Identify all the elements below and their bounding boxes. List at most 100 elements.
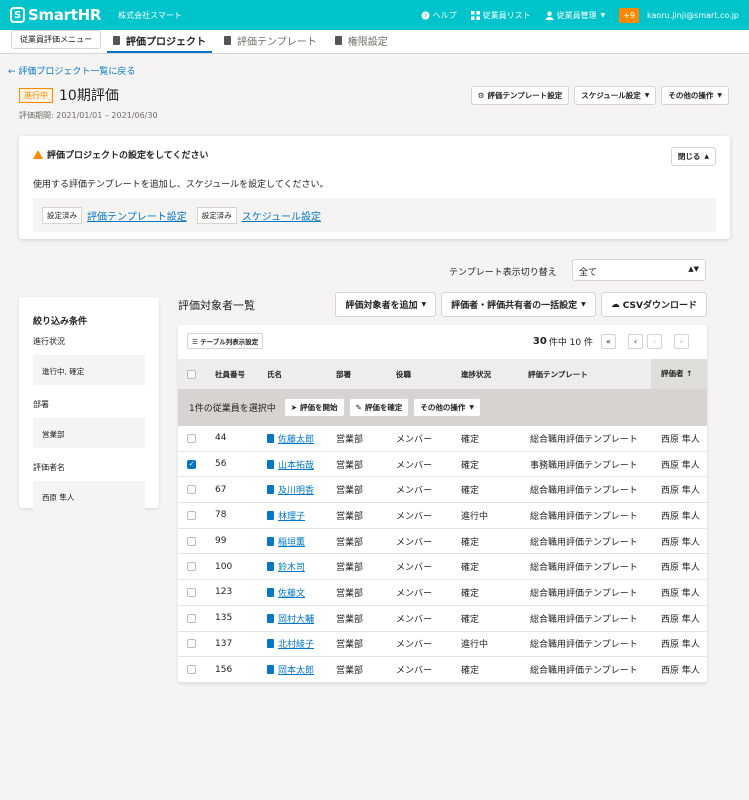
evaluation-template: 事務職用評価テンプレート xyxy=(530,460,638,471)
employee-name-link[interactable]: 林理子 xyxy=(278,509,305,522)
table-row[interactable]: ✓ 56 山本拓哉 営業部 メンバー 確定 事務職用評価テンプレート 西原 隼人 xyxy=(178,452,707,478)
row-checkbox[interactable] xyxy=(187,665,196,675)
select-all-checkbox[interactable] xyxy=(187,369,196,379)
filter-department[interactable]: 営業部 xyxy=(33,418,145,448)
column-settings-button[interactable]: ☰ テーブル列表示設定 xyxy=(187,333,264,349)
employee-name-link[interactable]: 稲垣薫 xyxy=(278,535,305,548)
evaluation-menu-button[interactable]: 従業員評価メニュー xyxy=(11,30,101,49)
column-header[interactable]: 進捗状況 xyxy=(461,369,491,380)
row-checkbox[interactable] xyxy=(187,510,196,520)
employee-management-menu[interactable]: 従業員管理 ▼ xyxy=(544,10,605,21)
setup-notice: 評価プロジェクトの設定をしてください 閉じる ▲ 使用する評価テンプレートを追加… xyxy=(19,136,730,239)
table-row[interactable]: 123 佐藤文 営業部 メンバー 確定 総合職用評価テンプレート 西原 隼人 xyxy=(178,580,707,606)
confirm-evaluation-button[interactable]: ✎ 評価を確定 xyxy=(348,398,410,417)
column-header-label: 評価者 xyxy=(661,369,684,378)
next-page-icon[interactable]: › xyxy=(647,334,662,349)
smarthr-logo[interactable]: S SmartHR xyxy=(10,6,101,24)
column-header[interactable]: 評価テンプレート xyxy=(528,369,588,380)
column-header[interactable]: 氏名 xyxy=(267,369,282,380)
employee-name-cell: 北村綾子 xyxy=(267,637,314,650)
employee-list-label: 従業員リスト xyxy=(482,10,531,20)
employee-name-link[interactable]: 及川明香 xyxy=(278,483,314,496)
help-link[interactable]: ? ヘルプ xyxy=(421,10,457,21)
employee-number: 123 xyxy=(215,587,233,598)
tab-label: 権限設定 xyxy=(347,36,388,48)
total-count: 30 xyxy=(532,336,547,347)
tab-permissions[interactable]: 権限設定 xyxy=(329,29,394,53)
table-row[interactable]: 67 及川明香 営業部 メンバー 確定 総合職用評価テンプレート 西原 隼人 xyxy=(178,477,707,504)
employee-name-link[interactable]: 北村綾子 xyxy=(278,637,314,650)
start-evaluation-button[interactable]: ➤ 評価を開始 xyxy=(283,398,345,417)
table-row[interactable]: 156 岡本太郎 営業部 メンバー 確定 総合職用評価テンプレート 西原 隼人 xyxy=(178,657,707,683)
column-header[interactable]: 部署 xyxy=(336,369,351,380)
column-header[interactable]: 役職 xyxy=(396,369,411,380)
table-row[interactable]: 44 佐藤太郎 営業部 メンバー 確定 総合職用評価テンプレート 西原 隼人 xyxy=(178,426,707,452)
department: 営業部 xyxy=(336,640,364,651)
first-page-icon[interactable]: « xyxy=(601,334,616,349)
employee-name-link[interactable]: 佐藤文 xyxy=(278,586,305,599)
filter-status[interactable]: 進行中, 確定 xyxy=(33,355,145,385)
notification-badge[interactable]: +9 xyxy=(619,7,640,23)
caret-down-icon: ▼ xyxy=(469,404,474,411)
evaluator: 西原 隼人 xyxy=(661,640,700,651)
arrow-left-icon: ← xyxy=(8,67,16,77)
department: 営業部 xyxy=(336,460,364,471)
close-notice-button[interactable]: 閉じる ▲ xyxy=(670,147,716,166)
template-switch-select[interactable]: 全て ▲▼ xyxy=(572,259,706,281)
row-checkbox[interactable] xyxy=(187,536,196,546)
selection-other-actions-button[interactable]: その他の操作 ▼ xyxy=(413,398,481,417)
tab-evaluation-templates[interactable]: 評価テンプレート xyxy=(218,29,323,53)
table-row[interactable]: 100 鈴木司 営業部 メンバー 確定 総合職用評価テンプレート 西原 隼人 xyxy=(178,554,707,581)
employee-name-link[interactable]: 佐藤太郎 xyxy=(278,432,314,445)
department: 営業部 xyxy=(336,588,364,599)
prev-page-icon[interactable]: ‹ xyxy=(628,334,643,349)
csv-download-button[interactable]: ☁ CSVダウンロード xyxy=(600,292,707,317)
last-page-icon[interactable]: » xyxy=(674,334,689,349)
user-menu[interactable]: kaoru.jinji@smart.co.jp xyxy=(647,11,739,20)
schedule-settings-link[interactable]: スケジュール設定 xyxy=(242,208,321,223)
evaluator: 西原 隼人 xyxy=(661,511,700,522)
template-settings-button[interactable]: ⚙ 評価テンプレート設定 xyxy=(470,86,570,105)
table-row[interactable]: 137 北村綾子 営業部 メンバー 進行中 総合職用評価テンプレート 西原 隼人 xyxy=(178,632,707,658)
employee-name-link[interactable]: 岡村大輔 xyxy=(278,612,314,625)
document-icon xyxy=(334,35,342,45)
evaluation-period: 評価期間: 2021/01/01 – 2021/06/30 xyxy=(19,111,158,120)
bulk-evaluator-button[interactable]: 評価者・評価共有者の一括設定 ▼ xyxy=(441,292,596,317)
table-row[interactable]: 78 林理子 営業部 メンバー 進行中 総合職用評価テンプレート 西原 隼人 xyxy=(178,503,707,529)
other-actions-button[interactable]: その他の操作 ▼ xyxy=(661,86,729,105)
row-checkbox[interactable] xyxy=(187,562,196,572)
filter-evaluator[interactable]: 西原 隼人 xyxy=(33,481,145,511)
template-settings-link[interactable]: 評価テンプレート設定 xyxy=(87,208,187,223)
row-checkbox[interactable] xyxy=(187,433,196,443)
row-checkbox[interactable] xyxy=(187,485,196,495)
row-checkbox[interactable]: ✓ xyxy=(187,459,196,469)
evaluation-template: 総合職用評価テンプレート xyxy=(530,537,638,548)
column-header-evaluator[interactable]: 評価者 ↑ xyxy=(651,359,707,389)
employee-number: 44 xyxy=(215,433,227,444)
selection-text: 1件の従業員を選択中 xyxy=(189,404,276,414)
row-checkbox[interactable] xyxy=(187,613,196,623)
tab-evaluation-projects[interactable]: 評価プロジェクト xyxy=(107,29,212,53)
employee-name-link[interactable]: 岡本太郎 xyxy=(278,663,314,676)
table-row[interactable]: 135 岡村大輔 営業部 メンバー 確定 総合職用評価テンプレート 西原 隼人 xyxy=(178,606,707,632)
button-label: 評価対象者を追加 xyxy=(345,301,418,311)
employee-number: 99 xyxy=(215,536,227,547)
table-row[interactable]: 99 稲垣薫 営業部 メンバー 確定 総合職用評価テンプレート 西原 隼人 xyxy=(178,529,707,555)
row-checkbox[interactable] xyxy=(187,639,196,649)
schedule-settings-button[interactable]: スケジュール設定 ▼ xyxy=(574,86,657,105)
row-checkbox[interactable] xyxy=(187,587,196,597)
evaluation-template: 総合職用評価テンプレート xyxy=(530,511,638,522)
role: メンバー xyxy=(396,614,433,625)
file-icon xyxy=(267,665,274,675)
back-to-projects-link[interactable]: ← 評価プロジェクト一覧に戻る xyxy=(8,64,135,77)
employee-list-link[interactable]: 従業員リスト xyxy=(470,10,531,21)
employee-name-cell: 岡村大輔 xyxy=(267,612,314,625)
employee-number: 67 xyxy=(215,484,227,495)
add-target-button[interactable]: 評価対象者を追加 ▼ xyxy=(335,292,437,317)
filter-label-evaluator: 評価者名 xyxy=(33,463,65,472)
filter-panel: 絞り込み条件 進行状況 進行中, 確定 部署 営業部 評価者名 西原 隼人 xyxy=(19,297,159,511)
employee-name-link[interactable]: 山本拓哉 xyxy=(278,458,314,471)
select-value: 全て xyxy=(579,268,598,278)
employee-name-link[interactable]: 鈴木司 xyxy=(278,560,305,573)
column-header[interactable]: 社員番号 xyxy=(215,369,245,380)
